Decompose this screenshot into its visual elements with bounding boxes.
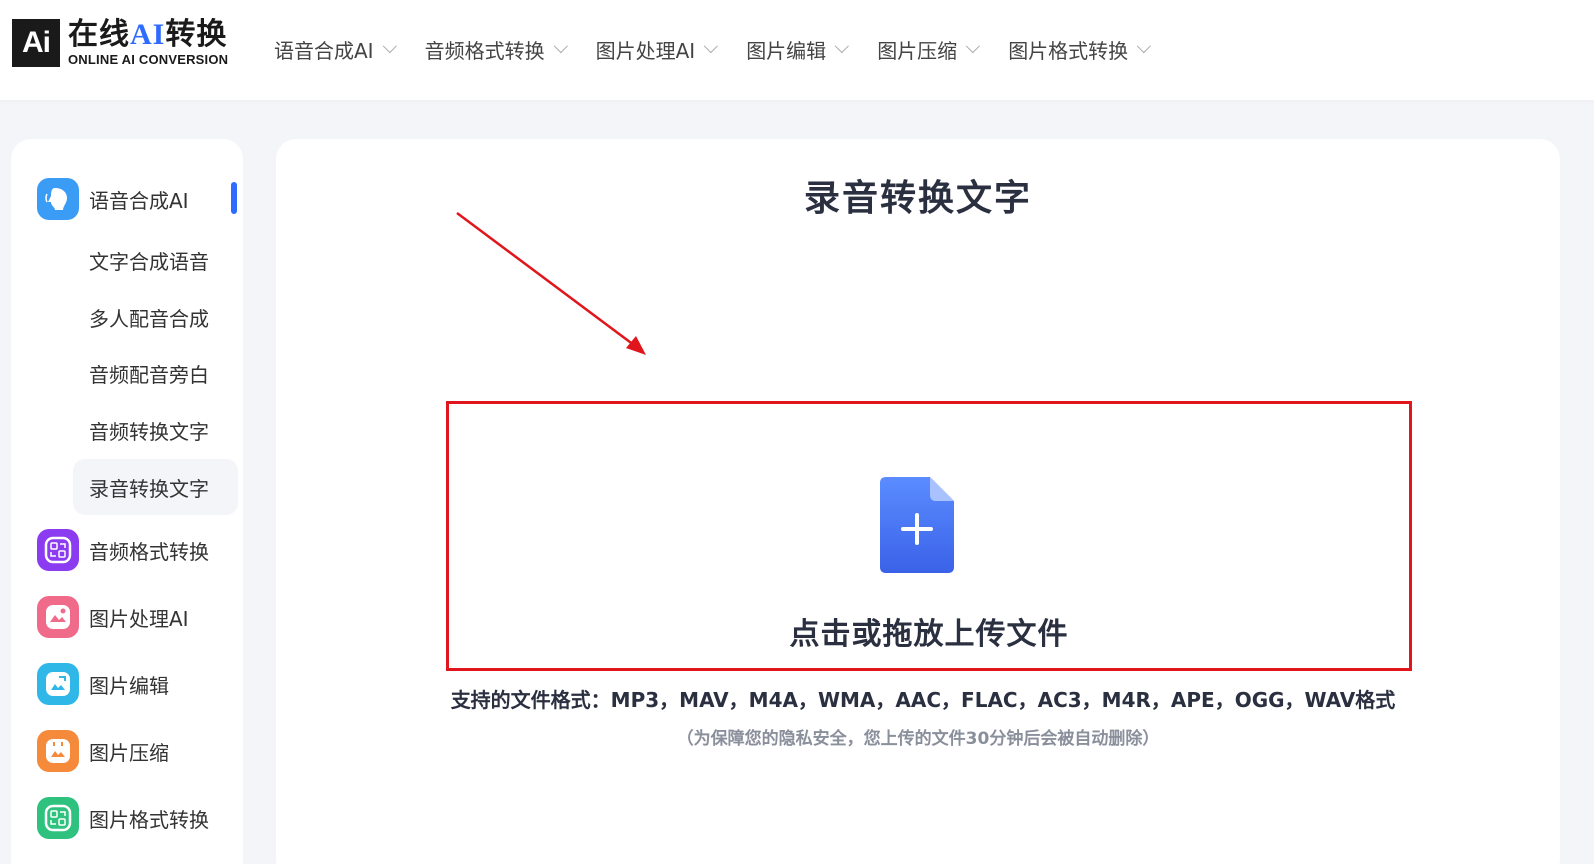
nav-item-audio-format[interactable]: 音频格式转换 xyxy=(425,34,568,64)
sidebar: 语音合成AI 文字合成语音 多人配音合成 音频配音旁白 音频转换文字 录音转换文… xyxy=(11,139,243,864)
upload-label: 点击或拖放上传文件 xyxy=(789,617,1069,652)
sidebar-category-image-format[interactable]: 图片格式转换 xyxy=(37,797,209,839)
sidebar-item-multi-voice[interactable]: 多人配音合成 xyxy=(73,289,238,345)
sidebar-category-image-edit[interactable]: 图片编辑 xyxy=(37,663,169,705)
logo-mark: Ai xyxy=(12,19,60,67)
sidebar-item-audio-to-text[interactable]: 音频转换文字 xyxy=(73,402,238,458)
nav-item-image-compress[interactable]: 图片压缩 xyxy=(877,34,981,64)
sidebar-item-recording-to-text[interactable]: 录音转换文字 xyxy=(73,459,238,515)
nav-item-image-edit[interactable]: 图片编辑 xyxy=(746,34,850,64)
chevron-down-icon xyxy=(703,39,719,54)
sidebar-category-voice-ai[interactable]: 语音合成AI xyxy=(37,178,189,220)
chevron-down-icon xyxy=(834,39,850,54)
image-format-icon xyxy=(37,797,79,839)
image-edit-icon xyxy=(37,663,79,705)
chevron-down-icon xyxy=(382,39,397,54)
logo-en: ONLINE AI CONVERSION xyxy=(68,52,229,67)
chevron-down-icon xyxy=(965,39,981,54)
annotation-arrow-icon xyxy=(456,211,646,355)
sidebar-category-audio-format[interactable]: 音频格式转换 xyxy=(37,529,209,571)
image-ai-icon xyxy=(37,596,79,638)
audio-convert-icon xyxy=(37,529,79,571)
sidebar-item-text-to-speech[interactable]: 文字合成语音 xyxy=(73,232,238,288)
chevron-down-icon xyxy=(1136,39,1152,54)
sidebar-item-audio-narration[interactable]: 音频配音旁白 xyxy=(73,345,238,401)
privacy-note: （为保障您的隐私安全，您上传的文件30分钟后会被自动删除） xyxy=(676,729,1160,749)
sidebar-category-image-ai[interactable]: 图片处理AI xyxy=(37,596,189,638)
nav-item-voice-ai[interactable]: 语音合成AI xyxy=(274,34,397,64)
supported-formats: 支持的文件格式：MP3，MAV，M4A，WMA，AAC，FLAC，AC3，M4R… xyxy=(450,688,1396,712)
voice-synthesis-icon xyxy=(37,178,79,220)
main-nav: 语音合成AI 音频格式转换 图片处理AI 图片编辑 图片压缩 图片格式转换 xyxy=(274,34,1179,64)
site-logo[interactable]: Ai 在线AI转换 ONLINE AI CONVERSION xyxy=(12,18,228,68)
sidebar-active-indicator xyxy=(231,182,237,214)
file-plus-icon xyxy=(880,477,954,573)
nav-item-image-format[interactable]: 图片格式转换 xyxy=(1008,34,1152,64)
sidebar-category-image-compress[interactable]: 图片压缩 xyxy=(37,730,169,772)
image-compress-icon xyxy=(37,730,79,772)
logo-text: 在线AI转换 ONLINE AI CONVERSION xyxy=(68,18,228,68)
top-header: Ai 在线AI转换 ONLINE AI CONVERSION 语音合成AI 音频… xyxy=(0,0,1594,100)
logo-cn: 在线AI转换 xyxy=(68,17,228,52)
chevron-down-icon xyxy=(553,39,568,54)
nav-item-image-ai[interactable]: 图片处理AI xyxy=(596,34,719,64)
upload-dropzone[interactable]: 点击或拖放上传文件 xyxy=(446,401,1412,671)
